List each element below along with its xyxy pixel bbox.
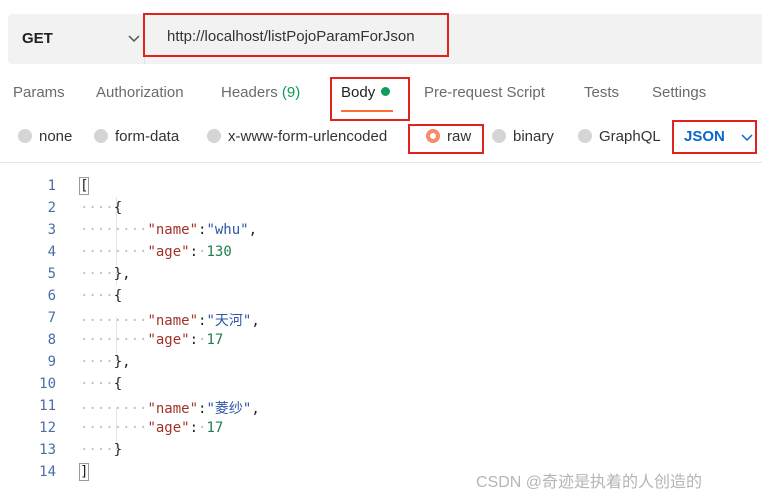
radio-label: GraphQL [599,128,661,145]
code-text: ····{ [80,288,123,304]
json-key: "age" [147,244,190,260]
json-key: "age" [147,420,190,436]
line-number: 9 [47,354,56,370]
tab-headers[interactable]: Headers (9) [221,84,300,101]
radio-label: binary [513,128,554,145]
body-type-radios: none form-data x-www-form-urlencoded raw… [0,124,762,154]
line-number: 8 [47,332,56,348]
json-key: "name" [147,401,199,417]
code-line: 7 ········"name":"天河", [0,307,762,329]
active-tab-indicator [341,110,393,112]
code-line: 13 ····} [0,439,762,461]
tab-headers-label: Headers [221,84,278,101]
tab-body-label: Body [341,84,376,101]
tab-params[interactable]: Params [13,84,65,101]
json-number-value: 130 [206,244,232,260]
code-text: ····}, [80,266,131,282]
request-bar: GET [8,14,762,64]
line-number: 14 [39,464,56,480]
request-tabs: Params Authorization Headers (9) Body Pr… [0,78,762,110]
radio-raw[interactable]: raw [426,128,471,145]
radio-none[interactable]: none [18,128,72,145]
code-line: 5 ····}, [0,263,762,285]
code-text: ········"name":"天河", [80,313,260,329]
json-key: "age" [147,332,190,348]
watermark: CSDN @奇迹是执着的人创造的 [476,474,703,491]
url-field-wrap [144,14,762,64]
code-text: ········"name":"whu", [80,222,258,238]
code-line: 2 ····{ [0,197,762,219]
radio-graphql[interactable]: GraphQL [578,128,661,145]
tab-pre-request-script[interactable]: Pre-request Script [424,84,545,101]
code-text: ····{ [80,200,123,216]
code-line: 3 ········"name":"whu", [0,219,762,241]
code-text: ] [78,463,90,481]
tab-settings[interactable]: Settings [652,84,706,101]
radio-button-icon [492,129,506,143]
line-number: 7 [47,310,56,326]
radio-label: form-data [115,128,180,145]
json-key: "name" [147,222,199,238]
json-string-value: "菱纱" [206,401,252,417]
line-number: 13 [39,442,56,458]
tab-authorization[interactable]: Authorization [96,84,184,101]
code-editor[interactable]: 1 [ 2 ····{ 3 ········"name":"whu", 4 ··… [0,175,762,498]
line-number: 1 [47,178,56,194]
status-dot-icon [381,87,391,96]
tab-body[interactable]: Body [341,84,391,101]
code-line: 1 [ [0,175,762,197]
code-text: ····}, [80,354,131,370]
headers-count-badge: (9) [281,84,301,101]
radio-form-data[interactable]: form-data [94,128,179,145]
code-line: 9 ····}, [0,351,762,373]
radio-binary[interactable]: binary [492,128,554,145]
url-input[interactable] [167,28,587,45]
json-string-value: "whu" [206,222,249,238]
radio-label: x-www-form-urlencoded [228,128,388,145]
line-number: 5 [47,266,56,282]
json-string-value: "天河" [206,313,252,329]
chevron-down-icon [741,134,753,142]
radio-x-www-form-urlencoded[interactable]: x-www-form-urlencoded [207,128,387,145]
radio-button-selected-icon [426,129,440,143]
code-text: ········"name":"菱纱", [80,401,260,417]
divider [0,162,762,163]
code-line: 11 ········"name":"菱纱", [0,395,762,417]
line-number: 12 [39,420,56,436]
json-number-value: 17 [206,420,224,436]
line-number: 10 [39,376,56,392]
method-label: GET [22,30,53,47]
tab-tests[interactable]: Tests [584,84,619,101]
line-number: 3 [47,222,56,238]
code-text: ········"age":·17 [80,420,224,436]
line-number: 2 [47,200,56,216]
code-line: 8 ········"age":·17 [0,329,762,351]
chevron-down-icon [128,35,140,43]
method-select[interactable]: GET [8,14,144,64]
code-line: 12 ········"age":·17 [0,417,762,439]
code-text: ········"age":·130 [80,244,232,260]
radio-button-icon [578,129,592,143]
code-line: 4 ········"age":·130 [0,241,762,263]
radio-button-icon [18,129,32,143]
code-line: 6 ····{ [0,285,762,307]
json-key: "name" [147,313,199,329]
code-text: [ [78,177,90,195]
json-number-value: 17 [206,332,224,348]
line-number: 4 [47,244,56,260]
code-text: ····} [80,442,123,458]
line-number: 11 [39,398,56,414]
code-text: ········"age":·17 [80,332,224,348]
radio-button-icon [94,129,108,143]
radio-button-icon [207,129,221,143]
radio-label: none [39,128,73,145]
format-select[interactable]: JSON [684,128,725,145]
line-number: 6 [47,288,56,304]
radio-label: raw [447,128,472,145]
code-text: ····{ [80,376,123,392]
code-line: 10 ····{ [0,373,762,395]
